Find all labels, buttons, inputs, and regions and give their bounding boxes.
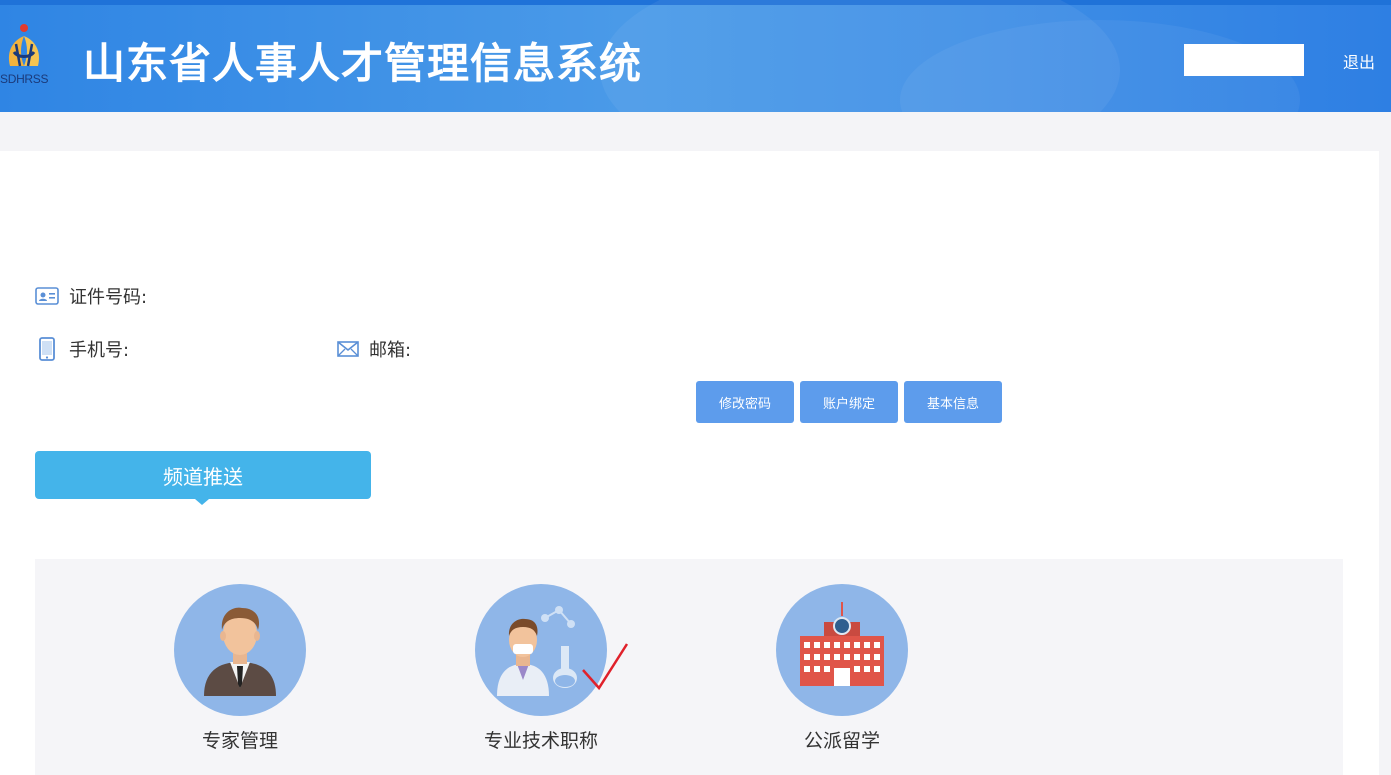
email-label: 邮箱: [369, 340, 412, 361]
tile-professional-title[interactable]: 专业技术职称 [441, 584, 641, 774]
account-binding-button[interactable]: 账户绑定 [800, 381, 898, 423]
user-name-box [1184, 44, 1304, 76]
id-number-label: 证件号码: [69, 287, 148, 308]
id-number-row: 证件号码: [35, 283, 147, 309]
header-banner: SDHRSS 山东省人事人才管理信息系统 退出 [0, 0, 1391, 112]
main-panel: 证件号码: 手机号: 邮箱: 修改密码 账户绑定 基本信息 频道推送 专家管理 … [0, 151, 1379, 775]
logo-text: SDHRSS [0, 72, 49, 86]
change-password-button[interactable]: 修改密码 [696, 381, 794, 423]
expert-person-icon [174, 584, 306, 716]
tile-label: 公派留学 [803, 730, 880, 752]
id-card-icon [35, 287, 59, 305]
basic-info-button[interactable]: 基本信息 [904, 381, 1002, 423]
page-title: 山东省人事人才管理信息系统 [83, 39, 643, 88]
tile-expert-management[interactable]: 专家管理 [140, 584, 340, 774]
tile-public-study-abroad[interactable]: 公派留学 [742, 584, 942, 774]
mobile-phone-icon [39, 337, 55, 361]
tile-label: 专业技术职称 [483, 730, 598, 752]
tile-label: 专家管理 [201, 730, 278, 752]
email-row: 邮箱: [337, 336, 411, 362]
phone-row: 手机号: [35, 336, 129, 362]
logout-link[interactable]: 退出 [1343, 49, 1375, 73]
school-building-icon [776, 584, 908, 716]
phone-label: 手机号: [69, 340, 130, 361]
checkmark-icon [582, 643, 629, 691]
channel-push-tab[interactable]: 频道推送 [35, 451, 371, 505]
channel-tiles: 专家管理 专业技术职称 公派留学 [35, 559, 1343, 775]
envelope-icon [337, 341, 359, 357]
